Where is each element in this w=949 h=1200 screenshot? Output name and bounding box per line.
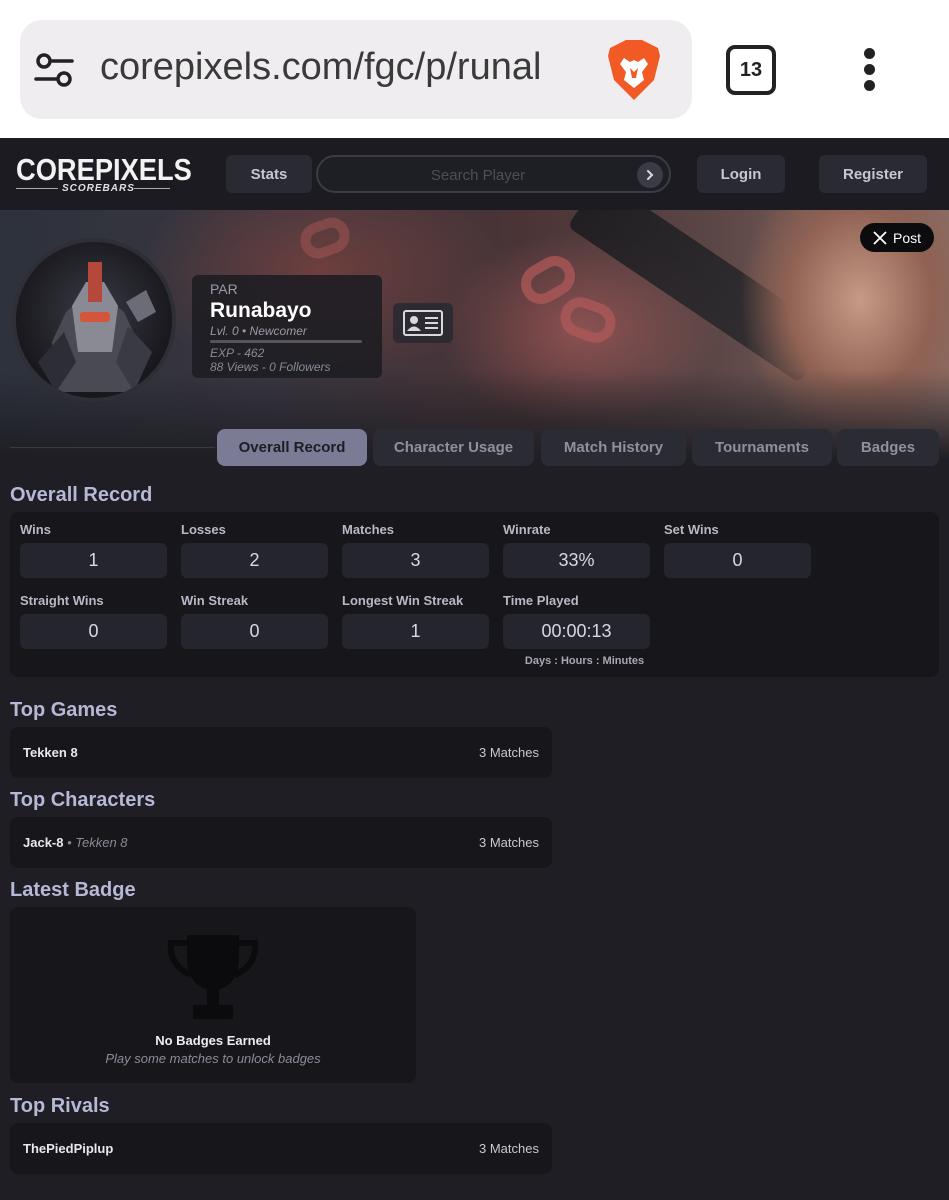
character-game: • Tekken 8 — [63, 835, 128, 850]
x-post-button[interactable]: Post — [860, 223, 934, 252]
stat-value: 33% — [503, 543, 650, 578]
stat-value: 2 — [181, 543, 328, 578]
stat-label: Longest Win Streak — [342, 593, 464, 608]
trophy-icon — [167, 935, 259, 1019]
stat-label: Set Wins — [664, 522, 719, 537]
match-count: 3 Matches — [479, 835, 539, 850]
game-name: Tekken 8 — [23, 745, 78, 760]
corepixels-logo[interactable]: COREPIXELS SCOREBARS — [16, 154, 192, 194]
no-badges-subtitle: Play some matches to unlock badges — [105, 1051, 321, 1066]
no-badges-title: No Badges Earned — [155, 1033, 271, 1048]
tab-switcher-button[interactable]: 13 — [726, 45, 776, 95]
stat-label: Wins — [20, 522, 51, 537]
player-level: Lvl. 0 • Newcomer — [210, 324, 307, 338]
robot-avatar-image — [38, 262, 156, 392]
stats-button[interactable]: Stats — [226, 155, 312, 193]
team-tag: PAR — [210, 281, 238, 297]
chevron-right-icon — [647, 170, 654, 180]
brave-shields-icon[interactable] — [604, 38, 664, 102]
register-button[interactable]: Register — [819, 155, 927, 193]
browser-menu-icon[interactable] — [859, 48, 879, 92]
stat-label: Winrate — [503, 522, 551, 537]
stat-value: 1 — [20, 543, 167, 578]
search-submit-button[interactable] — [637, 162, 663, 188]
exp-progress-bar — [210, 340, 362, 343]
character-name: Jack-8 — [23, 835, 64, 850]
stat-label: Straight Wins — [20, 593, 104, 608]
stat-value: 1 — [342, 614, 489, 649]
address-bar[interactable]: corepixels.com/fgc/p/runal — [20, 20, 692, 119]
stat-label: Losses — [181, 522, 226, 537]
player-exp: EXP - 462 — [210, 346, 265, 360]
tab-match-history[interactable]: Match History — [541, 429, 686, 466]
login-button[interactable]: Login — [697, 155, 785, 193]
tab-badges[interactable]: Badges — [837, 429, 939, 466]
player-card-button[interactable] — [393, 303, 453, 343]
latest-badge-heading: Latest Badge — [10, 879, 136, 901]
site-settings-icon[interactable] — [34, 50, 74, 90]
profile-info-card: PAR Runabayo Lvl. 0 • Newcomer EXP - 462… — [192, 275, 382, 378]
top-games-heading: Top Games — [10, 699, 118, 721]
tab-tournaments[interactable]: Tournaments — [692, 429, 832, 466]
x-logo-icon — [873, 230, 887, 245]
stat-value: 0 — [20, 614, 167, 649]
tab-character-usage[interactable]: Character Usage — [373, 429, 534, 466]
search-bar — [316, 155, 671, 193]
top-rivals-heading: Top Rivals — [10, 1095, 110, 1117]
stat-label: Matches — [342, 522, 395, 537]
player-views-followers: 88 Views - 0 Followers — [210, 360, 331, 374]
stat-label: Win Streak — [181, 593, 249, 608]
id-card-icon — [403, 310, 443, 336]
overall-record-heading: Overall Record — [10, 484, 153, 506]
site-header: COREPIXELS SCOREBARS Stats Login Registe… — [0, 138, 949, 210]
stat-label: Time Played — [503, 593, 579, 608]
tab-overall-record[interactable]: Overall Record — [217, 429, 367, 466]
search-player-input[interactable] — [328, 163, 628, 187]
player-avatar — [12, 238, 176, 402]
stat-value: 0 — [181, 614, 328, 649]
stat-value: 00:00:13 — [503, 614, 650, 649]
top-characters-heading: Top Characters — [10, 789, 156, 811]
match-count: 3 Matches — [479, 1141, 539, 1156]
list-item[interactable]: Jack-8 • Tekken 8 3 Matches — [10, 817, 552, 868]
url-text[interactable]: corepixels.com/fgc/p/runal — [100, 46, 584, 89]
latest-badge-card: No Badges Earned Play some matches to un… — [10, 907, 416, 1083]
time-format-note: Days : Hours : Minutes — [524, 655, 645, 667]
player-name: Runabayo — [210, 299, 312, 322]
browser-toolbar: corepixels.com/fgc/p/runal 13 — [0, 0, 949, 138]
match-count: 3 Matches — [479, 745, 539, 760]
rival-name: ThePiedPiplup — [23, 1141, 114, 1156]
overall-record-panel: Wins 1 Losses 2 Matches 3 Winrate 33% Se… — [10, 512, 939, 677]
list-item[interactable]: ThePiedPiplup 3 Matches — [10, 1123, 552, 1174]
stat-value: 3 — [342, 543, 489, 578]
stat-value: 0 — [664, 543, 811, 578]
list-item[interactable]: Tekken 8 3 Matches — [10, 727, 552, 778]
